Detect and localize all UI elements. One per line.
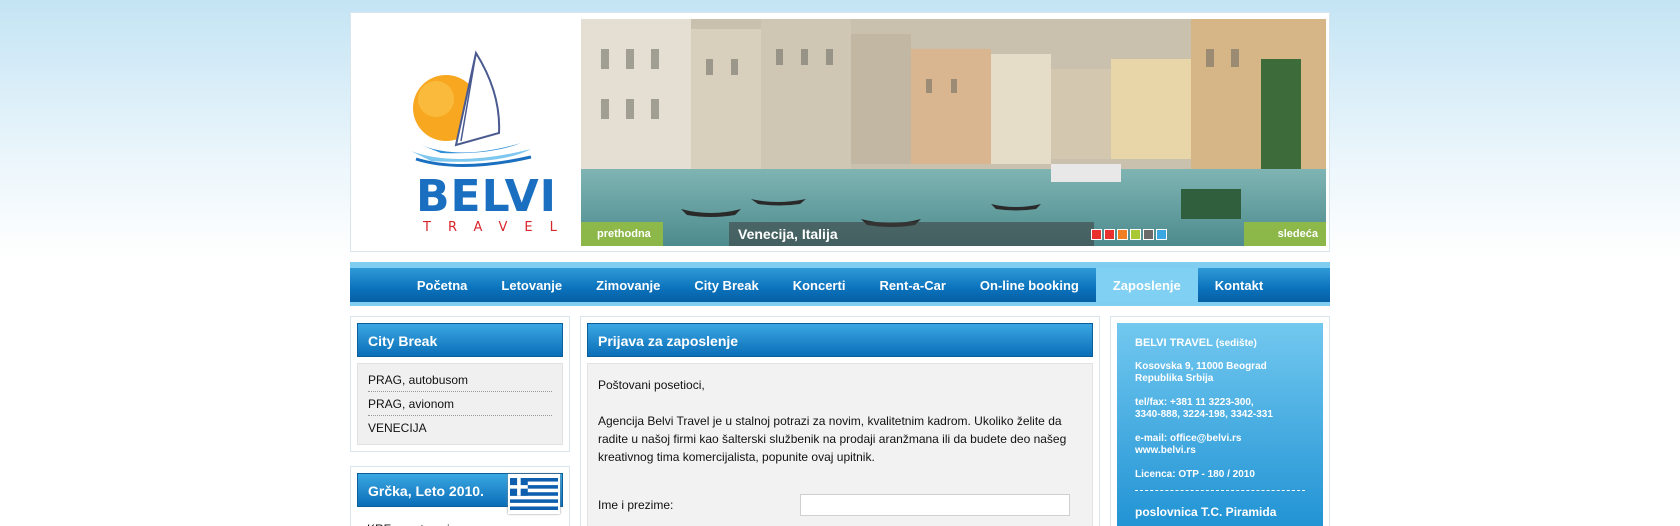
- right-sidebar: BELVI TRAVEL (sedište) Kosovska 9, 11000…: [1110, 316, 1330, 526]
- list-item[interactable]: KRF, apartmani: [367, 517, 553, 526]
- nav-item-city-break[interactable]: City Break: [677, 268, 775, 302]
- banner-image: [581, 19, 1326, 246]
- main-content: Prijava za zaposlenje Poštovani posetioc…: [580, 316, 1100, 526]
- name-input[interactable]: [800, 494, 1070, 516]
- slide-dots: [1091, 229, 1167, 240]
- slide-dot[interactable]: [1143, 229, 1154, 240]
- nav-item-koncerti[interactable]: Koncerti: [776, 268, 863, 302]
- left-sidebar: City Break PRAG, autobusom PRAG, avionom…: [350, 316, 570, 526]
- website-link[interactable]: www.belvi.rs: [1135, 445, 1305, 457]
- address-line-1: Kosovska 9, 11000 Beograd: [1135, 361, 1267, 372]
- list-item[interactable]: PRAG, autobusom: [368, 368, 552, 392]
- nav-item-kontakt[interactable]: Kontakt: [1198, 268, 1280, 302]
- company-title: BELVI TRAVEL: [1135, 337, 1213, 349]
- slide-caption: Venecija, Italija: [729, 222, 1094, 246]
- banner-slideshow[interactable]: prethodna Venecija, Italija sledeća: [581, 19, 1326, 246]
- company-name: BELVI TRAVEL (sedište): [1135, 337, 1305, 349]
- main-nav: Početna Letovanje Zimovanje City Break K…: [350, 262, 1330, 306]
- name-label: Ime i prezime:: [598, 498, 674, 512]
- intro-text: Agencija Belvi Travel je u stalnoj potra…: [598, 414, 1067, 464]
- email-link[interactable]: e-mail: office@belvi.rs: [1135, 433, 1305, 445]
- company-note: (sedište): [1215, 338, 1257, 349]
- logo-word: BELVI: [416, 171, 557, 222]
- city-break-box: City Break PRAG, autobusom PRAG, avionom…: [350, 316, 570, 452]
- name-form-row: Ime i prezime:: [598, 494, 1082, 516]
- list-item[interactable]: VENECIJA: [368, 416, 552, 440]
- content-panel: Poštovani posetioci, Agencija Belvi Trav…: [587, 363, 1093, 526]
- page-title: Prijava za zaposlenje: [587, 323, 1093, 357]
- header: BELVI TRAVEL prethodna Venecija, Italija…: [350, 12, 1330, 252]
- license-text: Licenca: OTP - 180 / 2010: [1135, 469, 1255, 480]
- slide-dot[interactable]: [1130, 229, 1141, 240]
- nav-item-pocetna[interactable]: Početna: [400, 268, 485, 302]
- nav-item-zaposlenje[interactable]: Zaposlenje: [1095, 268, 1198, 302]
- greece-flag-icon: [508, 474, 560, 514]
- slide-dot[interactable]: [1117, 229, 1128, 240]
- address-line-2: Republika Srbija: [1135, 373, 1214, 384]
- phone-line-2: 3340-888, 3224-198, 3342-331: [1135, 409, 1273, 420]
- nav-item-letovanje[interactable]: Letovanje: [484, 268, 579, 302]
- divider: [1135, 490, 1305, 491]
- prev-slide-button[interactable]: prethodna: [581, 222, 663, 246]
- grcka-box: Grčka, Leto 2010. KRF, apartmani: [350, 466, 570, 526]
- city-break-list: PRAG, autobusom PRAG, avionom VENECIJA: [357, 363, 563, 445]
- greeting-text: Poštovani posetioci,: [598, 378, 705, 392]
- list-item[interactable]: PRAG, avionom: [368, 392, 552, 416]
- belvi-logo[interactable]: BELVI TRAVEL: [381, 33, 561, 235]
- next-slide-button[interactable]: sledeća: [1244, 222, 1326, 246]
- nav-item-rent-a-car[interactable]: Rent-a-Car: [862, 268, 962, 302]
- slide-dot[interactable]: [1156, 229, 1167, 240]
- branch-title: poslovnica T.C. Piramida: [1135, 505, 1277, 519]
- logo-subtitle: TRAVEL: [423, 220, 574, 235]
- nav-item-online-booking[interactable]: On-line booking: [963, 268, 1096, 302]
- city-break-title: City Break: [357, 323, 563, 357]
- phone-line-1: tel/fax: +381 11 3223-300,: [1135, 397, 1254, 408]
- slide-dot[interactable]: [1091, 229, 1102, 240]
- nav-item-zimovanje[interactable]: Zimovanje: [579, 268, 677, 302]
- contact-box: BELVI TRAVEL (sedište) Kosovska 9, 11000…: [1117, 323, 1323, 526]
- slide-dot[interactable]: [1104, 229, 1115, 240]
